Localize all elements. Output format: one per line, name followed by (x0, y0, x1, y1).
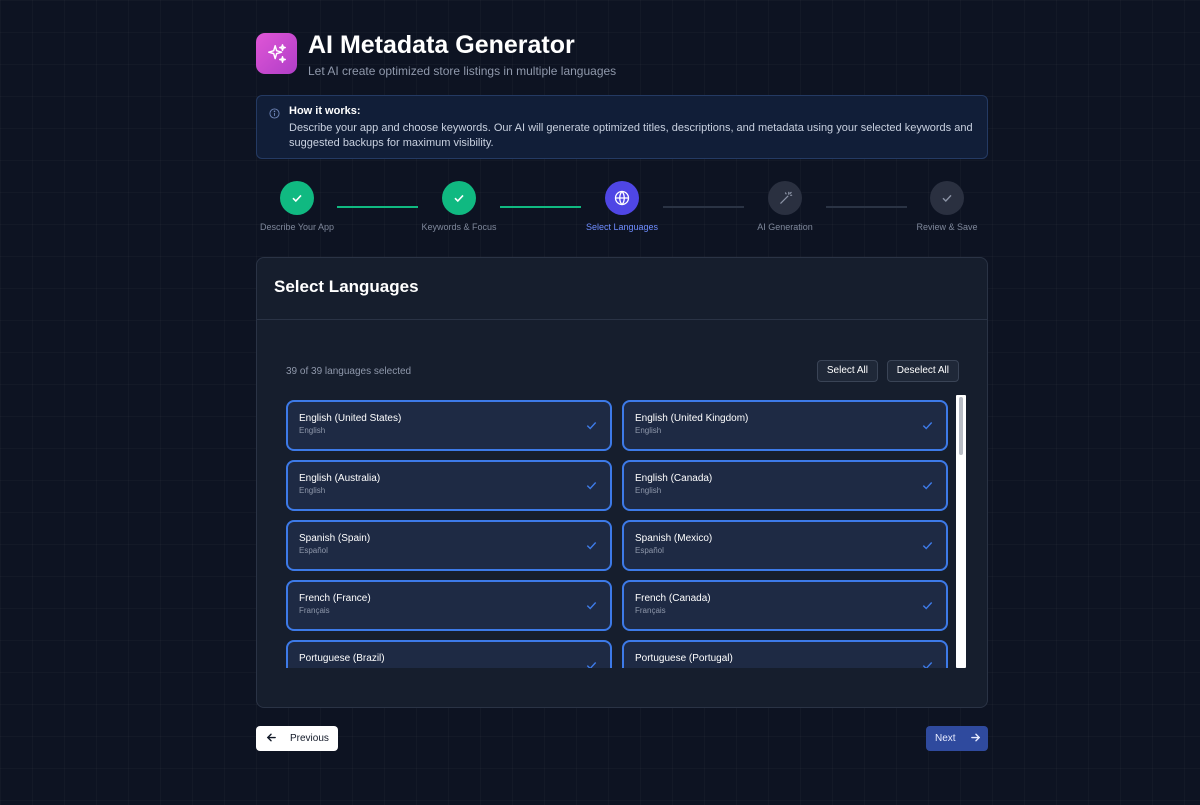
progress-stepper: Describe Your App Keywords & Focus Selec… (256, 181, 988, 233)
language-name: French (France) (299, 593, 371, 604)
check-icon (585, 419, 598, 437)
check-icon (585, 659, 598, 668)
page-title: AI Metadata Generator (308, 31, 575, 59)
language-name: Portuguese (Portugal) (635, 653, 733, 664)
language-name: English (United Kingdom) (635, 413, 749, 424)
check-icon (921, 479, 934, 497)
check-icon (921, 659, 934, 668)
check-icon (585, 479, 598, 497)
language-name: English (Australia) (299, 473, 381, 484)
arrow-left-icon (266, 732, 277, 746)
language-native-name: English (635, 426, 662, 435)
panel-header: Select Languages (257, 258, 987, 320)
language-name: English (United States) (299, 413, 402, 424)
language-card[interactable]: Spanish (Mexico) Español (622, 520, 948, 571)
language-card[interactable]: Portuguese (Brazil) (286, 640, 612, 668)
magic-wand-icon (768, 181, 802, 215)
deselect-all-button[interactable]: Deselect All (886, 360, 959, 382)
language-native-name: English (635, 486, 662, 495)
language-name: Spanish (Spain) (299, 533, 371, 544)
info-text: Describe your app and choose keywords. O… (289, 122, 973, 149)
language-native-name: Français (299, 606, 330, 615)
step-label: Keywords & Focus (421, 222, 497, 232)
language-native-name: Español (299, 546, 328, 555)
panel-title: Select Languages (274, 277, 419, 296)
check-icon (930, 181, 964, 215)
check-icon (280, 181, 314, 215)
language-native-name: English (299, 426, 326, 435)
language-native-name: Français (635, 606, 666, 615)
check-icon (585, 599, 598, 617)
step-describe-your-app[interactable]: Describe Your App (237, 181, 357, 232)
check-icon (585, 539, 598, 557)
step-label: Review & Save (916, 222, 978, 232)
next-button[interactable]: Next (926, 726, 988, 751)
select-languages-panel: Select Languages 39 of 39 languages sele… (256, 257, 988, 708)
previous-label: Previous (290, 733, 329, 744)
step-review-save[interactable]: Review & Save (887, 181, 1007, 232)
language-native-name: English (299, 486, 326, 495)
sparkles-icon (256, 33, 297, 74)
language-card[interactable]: English (Australia) English (286, 460, 612, 511)
info-icon (269, 106, 280, 124)
language-name: Portuguese (Brazil) (299, 653, 385, 664)
step-select-languages[interactable]: Select Languages (562, 181, 682, 232)
language-card[interactable]: French (France) Français (286, 580, 612, 631)
select-all-button[interactable]: Select All (816, 360, 878, 382)
step-keywords-focus[interactable]: Keywords & Focus (399, 181, 519, 232)
step-label: AI Generation (757, 222, 813, 232)
info-title: How it works: (289, 105, 361, 117)
language-list-scrollbar[interactable] (956, 395, 966, 668)
language-card[interactable]: Portuguese (Portugal) (622, 640, 948, 668)
previous-button[interactable]: Previous (256, 726, 338, 751)
language-native-name: Español (635, 546, 664, 555)
language-list[interactable]: English (United States) English English … (286, 395, 966, 668)
globe-icon (605, 181, 639, 215)
language-card[interactable]: English (Canada) English (622, 460, 948, 511)
check-icon (921, 539, 934, 557)
check-icon (921, 599, 934, 617)
language-toolbar: 39 of 39 languages selected Select All D… (286, 360, 959, 382)
step-ai-generation[interactable]: AI Generation (725, 181, 845, 232)
language-card[interactable]: English (United Kingdom) English (622, 400, 948, 451)
page-subtitle: Let AI create optimized store listings i… (308, 64, 617, 78)
language-name: French (Canada) (635, 593, 711, 604)
language-name: English (Canada) (635, 473, 713, 484)
next-label: Next (935, 733, 956, 744)
selection-count: 39 of 39 languages selected (286, 366, 412, 377)
arrow-right-icon (970, 732, 981, 746)
check-icon (921, 419, 934, 437)
page-header: AI Metadata Generator Let AI create opti… (256, 33, 616, 78)
step-label: Select Languages (585, 222, 659, 232)
language-card[interactable]: English (United States) English (286, 400, 612, 451)
check-icon (442, 181, 476, 215)
step-label: Describe Your App (259, 222, 335, 232)
language-card[interactable]: French (Canada) Français (622, 580, 948, 631)
language-card[interactable]: Spanish (Spain) Español (286, 520, 612, 571)
scrollbar-thumb[interactable] (959, 397, 963, 455)
language-name: Spanish (Mexico) (635, 533, 713, 544)
how-it-works-banner: How it works: Describe your app and choo… (256, 95, 988, 159)
